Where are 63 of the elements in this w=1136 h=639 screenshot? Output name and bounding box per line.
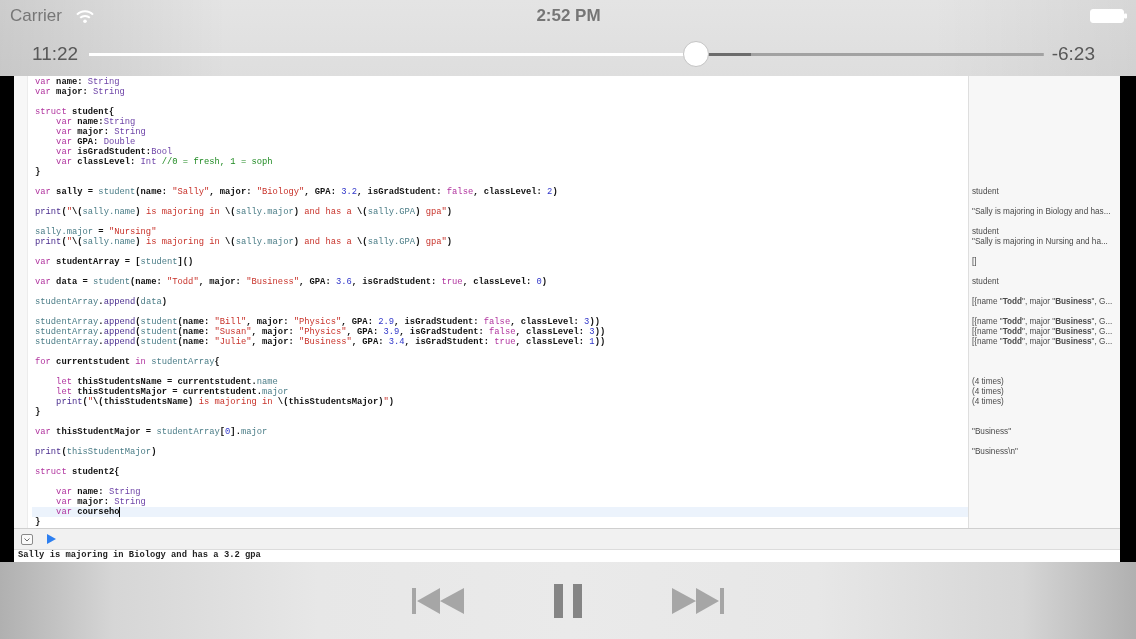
code-line: struct student{	[35, 107, 115, 117]
result-text: (4 times)	[972, 387, 1004, 397]
result-text: "Sally is majoring in Nursing and ha...	[972, 237, 1108, 247]
result-text: student	[972, 187, 999, 197]
code-line: studentArray.append(data)	[35, 297, 167, 307]
result-text: "Business"	[972, 427, 1012, 437]
result-text: "Sally is majoring in Biology and has...	[972, 207, 1111, 217]
elapsed-time: 11:22	[32, 43, 79, 65]
panel-toggle-icon	[21, 533, 33, 545]
code-line: let thisStudentsName = currentstudent.name	[56, 377, 278, 387]
result-text: [{name "Todd", major "Business", G...	[972, 327, 1113, 337]
code-line: studentArray.append(student(name: "Julie", major: "Business", GPA: 3.4, isGradStudent: true, classLevel: 1))	[35, 337, 606, 347]
remaining-time: -6:23	[1051, 43, 1095, 65]
result-text: student	[972, 277, 999, 287]
code-line: let thisStudentsMajor = currentstudent.major	[56, 387, 289, 397]
code-line: var GPA: Double	[56, 137, 136, 147]
status-time: 2:52 PM	[536, 6, 601, 26]
code-line: sally.major = "Nursing"	[35, 227, 157, 237]
code-line: var isGradStudent:Bool	[56, 147, 173, 157]
skip-forward-icon	[672, 587, 724, 614]
code-line: var major: String	[56, 497, 146, 507]
result-text: (4 times)	[972, 377, 1004, 387]
code-line: var major: String	[56, 127, 146, 137]
code-line: }	[35, 517, 41, 527]
skip-back-icon	[412, 587, 464, 614]
wifi-icon	[75, 9, 94, 23]
code-line: print(thisStudentMajor)	[35, 447, 157, 457]
code-line: var thisStudentMajor = studentArray[0].major	[35, 427, 268, 437]
code-line: print("\(sally.name) is majoring in \(sally.major) and has a \(sally.GPA) gpa")	[35, 207, 453, 217]
text-cursor	[119, 507, 121, 517]
code-line: print("\(thisStudentsName) is majoring in \(thisStudentsMajor)")	[56, 397, 394, 407]
code-line: var name: String	[35, 77, 120, 87]
code-line: print("\(sally.name) is majoring in \(sally.major) and has a \(sally.GPA) gpa")	[35, 237, 453, 247]
code-line: var name: String	[56, 487, 141, 497]
next-button[interactable]	[672, 587, 724, 614]
result-text: student	[972, 227, 999, 237]
code-line: var sally = student(name: "Sally", major: "Biology", GPA: 3.2, isGradStudent: false, classLevel: 2)	[35, 187, 558, 197]
pause-icon	[554, 583, 582, 618]
result-text: "Business\n"	[972, 447, 1018, 457]
code-line: studentArray.append(student(name: "Susan", major: "Physics", GPA: 3.9, isGradStudent: false, classLevel: 3))	[35, 327, 606, 337]
code-line: var courseho	[56, 507, 120, 517]
code-line: for currentstudent in studentArray{	[35, 357, 220, 367]
battery-icon	[1090, 9, 1127, 23]
console-output: Sally is majoring in Biology and has a 3.2 gpa	[18, 550, 261, 561]
code-line: var data = student(name: "Todd", major: "Business", GPA: 3.6, isGradStudent: true, classLevel: 0)	[35, 277, 548, 287]
result-text: [{name "Todd", major "Business", G...	[972, 317, 1113, 327]
code-line: var classLevel: Int //0 = fresh, 1 = soph	[56, 157, 273, 167]
code-line: var studentArray = [student]()	[35, 257, 194, 267]
code-line: var major: String	[35, 87, 125, 97]
result-text: (4 times)	[972, 397, 1004, 407]
code-line: }	[35, 407, 41, 417]
previous-button[interactable]	[412, 587, 464, 614]
result-text: [{name "Todd", major "Business", G...	[972, 337, 1113, 347]
play-icon	[47, 534, 56, 544]
result-text: []	[972, 257, 977, 267]
code-line: struct student2{	[35, 467, 120, 477]
code-line: }	[35, 167, 41, 177]
code-line: studentArray.append(student(name: "Bill", major: "Physics", GPA: 2.9, isGradStudent: false, classLevel: 3))	[35, 317, 600, 327]
seek-thumb[interactable]	[683, 41, 710, 67]
pause-button[interactable]	[554, 583, 582, 618]
carrier-name: Carrier	[10, 6, 62, 26]
result-text: [{name "Todd", major "Business", G...	[972, 297, 1113, 307]
code-line: var name:String	[56, 117, 136, 127]
